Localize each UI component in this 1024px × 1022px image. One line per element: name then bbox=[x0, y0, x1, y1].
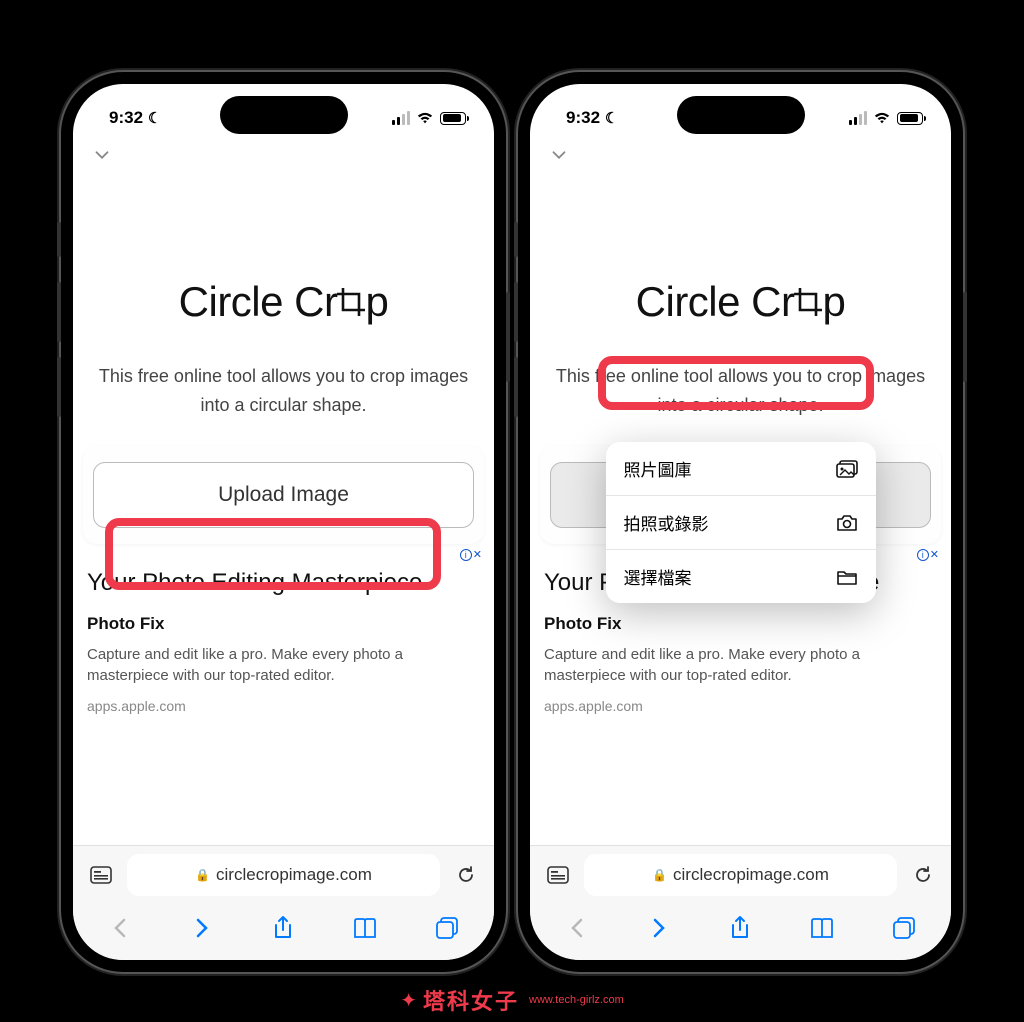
bookmarks-button[interactable] bbox=[350, 914, 380, 942]
share-button[interactable] bbox=[725, 914, 755, 942]
share-button[interactable] bbox=[268, 914, 298, 942]
nav-forward-button[interactable] bbox=[187, 914, 217, 942]
dynamic-island bbox=[220, 96, 348, 134]
collapse-chevron[interactable] bbox=[530, 140, 951, 170]
dnd-moon-icon: ☾ bbox=[148, 109, 161, 127]
popup-label: 拍照或錄影 bbox=[624, 510, 709, 535]
wifi-icon bbox=[416, 111, 434, 125]
cell-signal-icon bbox=[392, 111, 410, 125]
page-content: Circle Crp This free online tool allows … bbox=[73, 170, 494, 845]
dynamic-island bbox=[677, 96, 805, 134]
status-time: 9:32 bbox=[109, 108, 143, 128]
phone-left: 9:32 ☾ Circle Crp This free online tool … bbox=[61, 72, 506, 972]
ad-brand: Photo Fix bbox=[544, 614, 937, 634]
dnd-moon-icon: ☾ bbox=[605, 109, 618, 127]
watermark-name: 塔科女子 bbox=[423, 984, 519, 1016]
page-content: Circle Crp This free online tool allows … bbox=[530, 170, 951, 845]
nav-forward-button[interactable] bbox=[644, 914, 674, 942]
reader-mode-button[interactable] bbox=[85, 859, 117, 891]
collapse-chevron[interactable] bbox=[73, 140, 494, 170]
file-picker-popup: 照片圖庫 拍照或錄影 選擇檔案 bbox=[606, 442, 876, 603]
reload-button[interactable] bbox=[907, 859, 939, 891]
popup-photo-library[interactable]: 照片圖庫 bbox=[606, 442, 876, 496]
popup-label: 選擇檔案 bbox=[624, 564, 692, 589]
watermark-url: www.tech-girlz.com bbox=[529, 994, 624, 1006]
screen: 9:32 ☾ Circle Crp This free online tool … bbox=[73, 84, 494, 960]
ad-description: Capture and edit like a pro. Make every … bbox=[544, 644, 937, 686]
url-field[interactable]: 🔒 circlecropimage.com bbox=[127, 854, 440, 896]
url-text: circlecropimage.com bbox=[216, 865, 372, 885]
upload-image-button[interactable]: Upload Image bbox=[93, 462, 474, 528]
url-text: circlecropimage.com bbox=[673, 865, 829, 885]
reader-mode-button[interactable] bbox=[542, 859, 574, 891]
url-field[interactable]: 🔒 circlecropimage.com bbox=[584, 854, 897, 896]
status-time: 9:32 bbox=[566, 108, 600, 128]
safari-chrome: 🔒 circlecropimage.com bbox=[530, 845, 951, 960]
nav-back-button[interactable] bbox=[105, 914, 135, 942]
ad-url: apps.apple.com bbox=[544, 698, 937, 714]
screen: 9:32 ☾ Circle Crp This free online tool … bbox=[530, 84, 951, 960]
wifi-icon bbox=[873, 111, 891, 125]
page-subtitle: This free online tool allows you to crop… bbox=[540, 362, 941, 420]
tabs-button[interactable] bbox=[889, 914, 919, 942]
nav-back-button[interactable] bbox=[562, 914, 592, 942]
popup-camera[interactable]: 拍照或錄影 bbox=[606, 496, 876, 550]
battery-icon bbox=[897, 112, 923, 125]
tabs-button[interactable] bbox=[432, 914, 462, 942]
lock-icon: 🔒 bbox=[652, 868, 667, 882]
photos-icon bbox=[836, 460, 858, 478]
bookmarks-button[interactable] bbox=[807, 914, 837, 942]
page-title: Circle Crp bbox=[83, 278, 484, 326]
ad-description: Capture and edit like a pro. Make every … bbox=[87, 644, 480, 686]
crop-icon bbox=[792, 286, 824, 318]
page-subtitle: This free online tool allows you to crop… bbox=[83, 362, 484, 420]
folder-icon bbox=[836, 568, 858, 586]
lock-icon: 🔒 bbox=[195, 868, 210, 882]
ad-url: apps.apple.com bbox=[87, 698, 480, 714]
ad-badge[interactable]: i✕ bbox=[917, 548, 939, 561]
page-title: Circle Crp bbox=[540, 278, 941, 326]
watermark-logo-icon: ✦ bbox=[400, 988, 417, 1013]
battery-icon bbox=[440, 112, 466, 125]
ad-brand: Photo Fix bbox=[87, 614, 480, 634]
ad-badge[interactable]: i✕ bbox=[460, 548, 482, 561]
ad-title: Your Photo Editing Masterpiece bbox=[87, 568, 480, 598]
reload-button[interactable] bbox=[450, 859, 482, 891]
popup-choose-file[interactable]: 選擇檔案 bbox=[606, 550, 876, 603]
ad-banner[interactable]: i✕ Your Photo Editing Masterpiece Photo … bbox=[83, 550, 484, 714]
safari-chrome: 🔒 circlecropimage.com bbox=[73, 845, 494, 960]
phone-right: 9:32 ☾ Circle Crp This free online tool … bbox=[518, 72, 963, 972]
upload-card: Upload Image bbox=[83, 446, 484, 544]
cell-signal-icon bbox=[849, 111, 867, 125]
crop-icon bbox=[335, 286, 367, 318]
popup-label: 照片圖庫 bbox=[624, 456, 692, 481]
watermark: ✦ 塔科女子 www.tech-girlz.com bbox=[400, 984, 624, 1016]
camera-icon bbox=[836, 514, 858, 532]
